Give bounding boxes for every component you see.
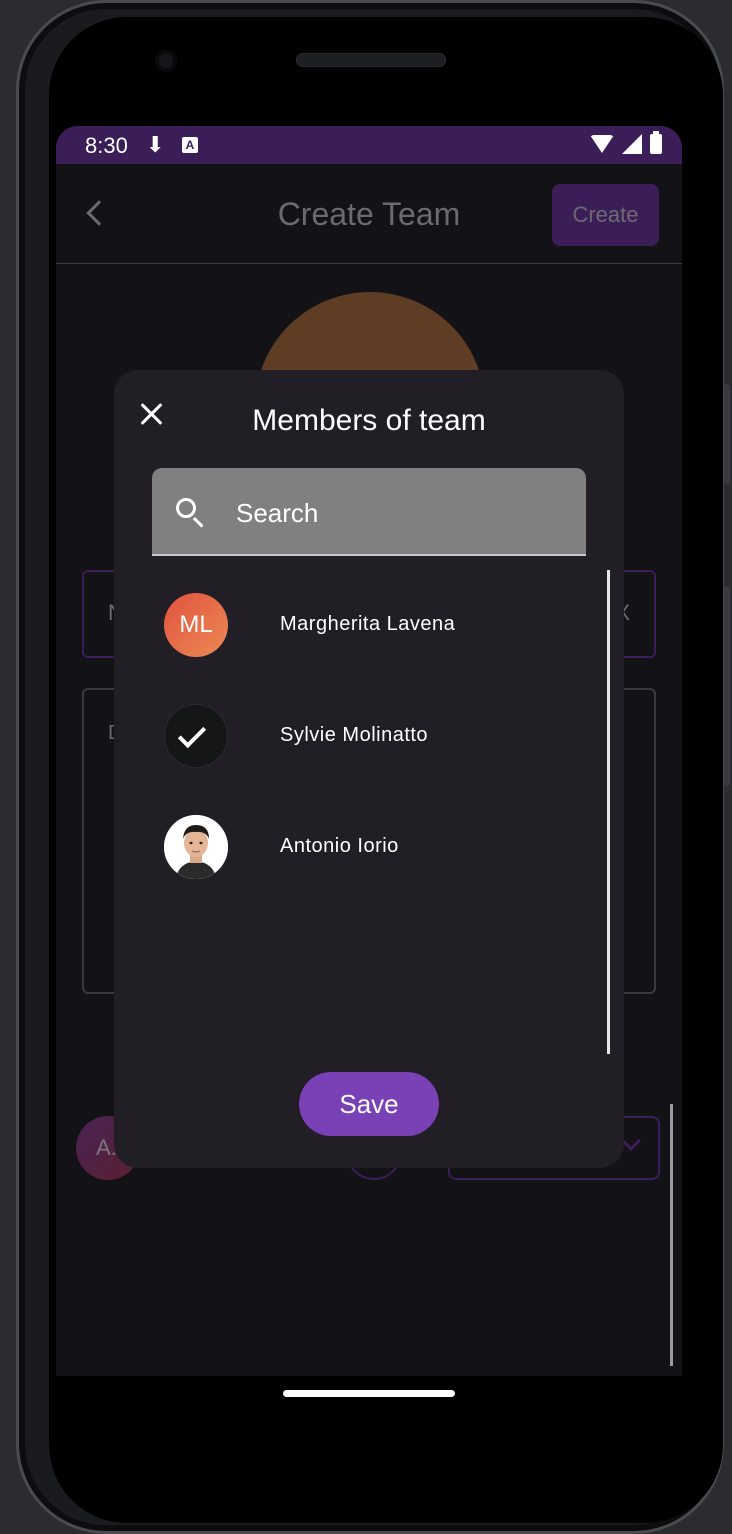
app-bar: Create Team Create bbox=[56, 164, 682, 264]
status-bar: 8:30 ⬇ A bbox=[56, 126, 682, 164]
dialog-title: Members of team bbox=[252, 404, 486, 437]
member-item-margherita[interactable]: ML Margherita Lavena bbox=[164, 593, 584, 659]
signal-icon bbox=[622, 134, 642, 154]
check-icon bbox=[177, 719, 207, 749]
earpiece-speaker bbox=[296, 53, 446, 67]
list-scrollbar[interactable] bbox=[607, 570, 610, 1054]
member-name: Margherita Lavena bbox=[280, 613, 456, 635]
members-dialog: Members of team Search ML Margherita Lav… bbox=[114, 370, 624, 1168]
create-button[interactable]: Create bbox=[552, 184, 659, 246]
avatar: ML bbox=[164, 593, 228, 657]
wifi-icon bbox=[590, 135, 614, 153]
page-scrollbar[interactable] bbox=[670, 1104, 673, 1366]
home-indicator[interactable] bbox=[283, 1390, 455, 1397]
volume-button bbox=[724, 586, 730, 786]
power-button bbox=[724, 384, 730, 484]
app-notification-icon: A bbox=[182, 137, 198, 153]
status-time: 8:30 bbox=[85, 133, 128, 158]
search-icon bbox=[176, 498, 196, 518]
download-icon: ⬇ bbox=[146, 132, 165, 157]
screen: 8:30 ⬇ A Create Team Create N X D A. Mem… bbox=[56, 126, 682, 1376]
battery-icon bbox=[650, 131, 662, 154]
search-placeholder: Search bbox=[236, 498, 319, 528]
member-item-sylvie[interactable]: Sylvie Molinatto bbox=[164, 704, 584, 770]
member-item-antonio[interactable]: Antonio Iorio bbox=[164, 815, 584, 881]
front-camera bbox=[155, 50, 177, 72]
member-name: Antonio Iorio bbox=[280, 835, 399, 857]
status-icons bbox=[590, 131, 662, 154]
avatar bbox=[164, 704, 228, 768]
avatar bbox=[164, 815, 228, 879]
search-input[interactable]: Search bbox=[152, 468, 586, 556]
portrait-photo bbox=[164, 815, 228, 879]
member-name: Sylvie Molinatto bbox=[280, 724, 429, 746]
chevron-down-icon bbox=[621, 1131, 641, 1151]
save-button[interactable]: Save bbox=[299, 1072, 439, 1136]
